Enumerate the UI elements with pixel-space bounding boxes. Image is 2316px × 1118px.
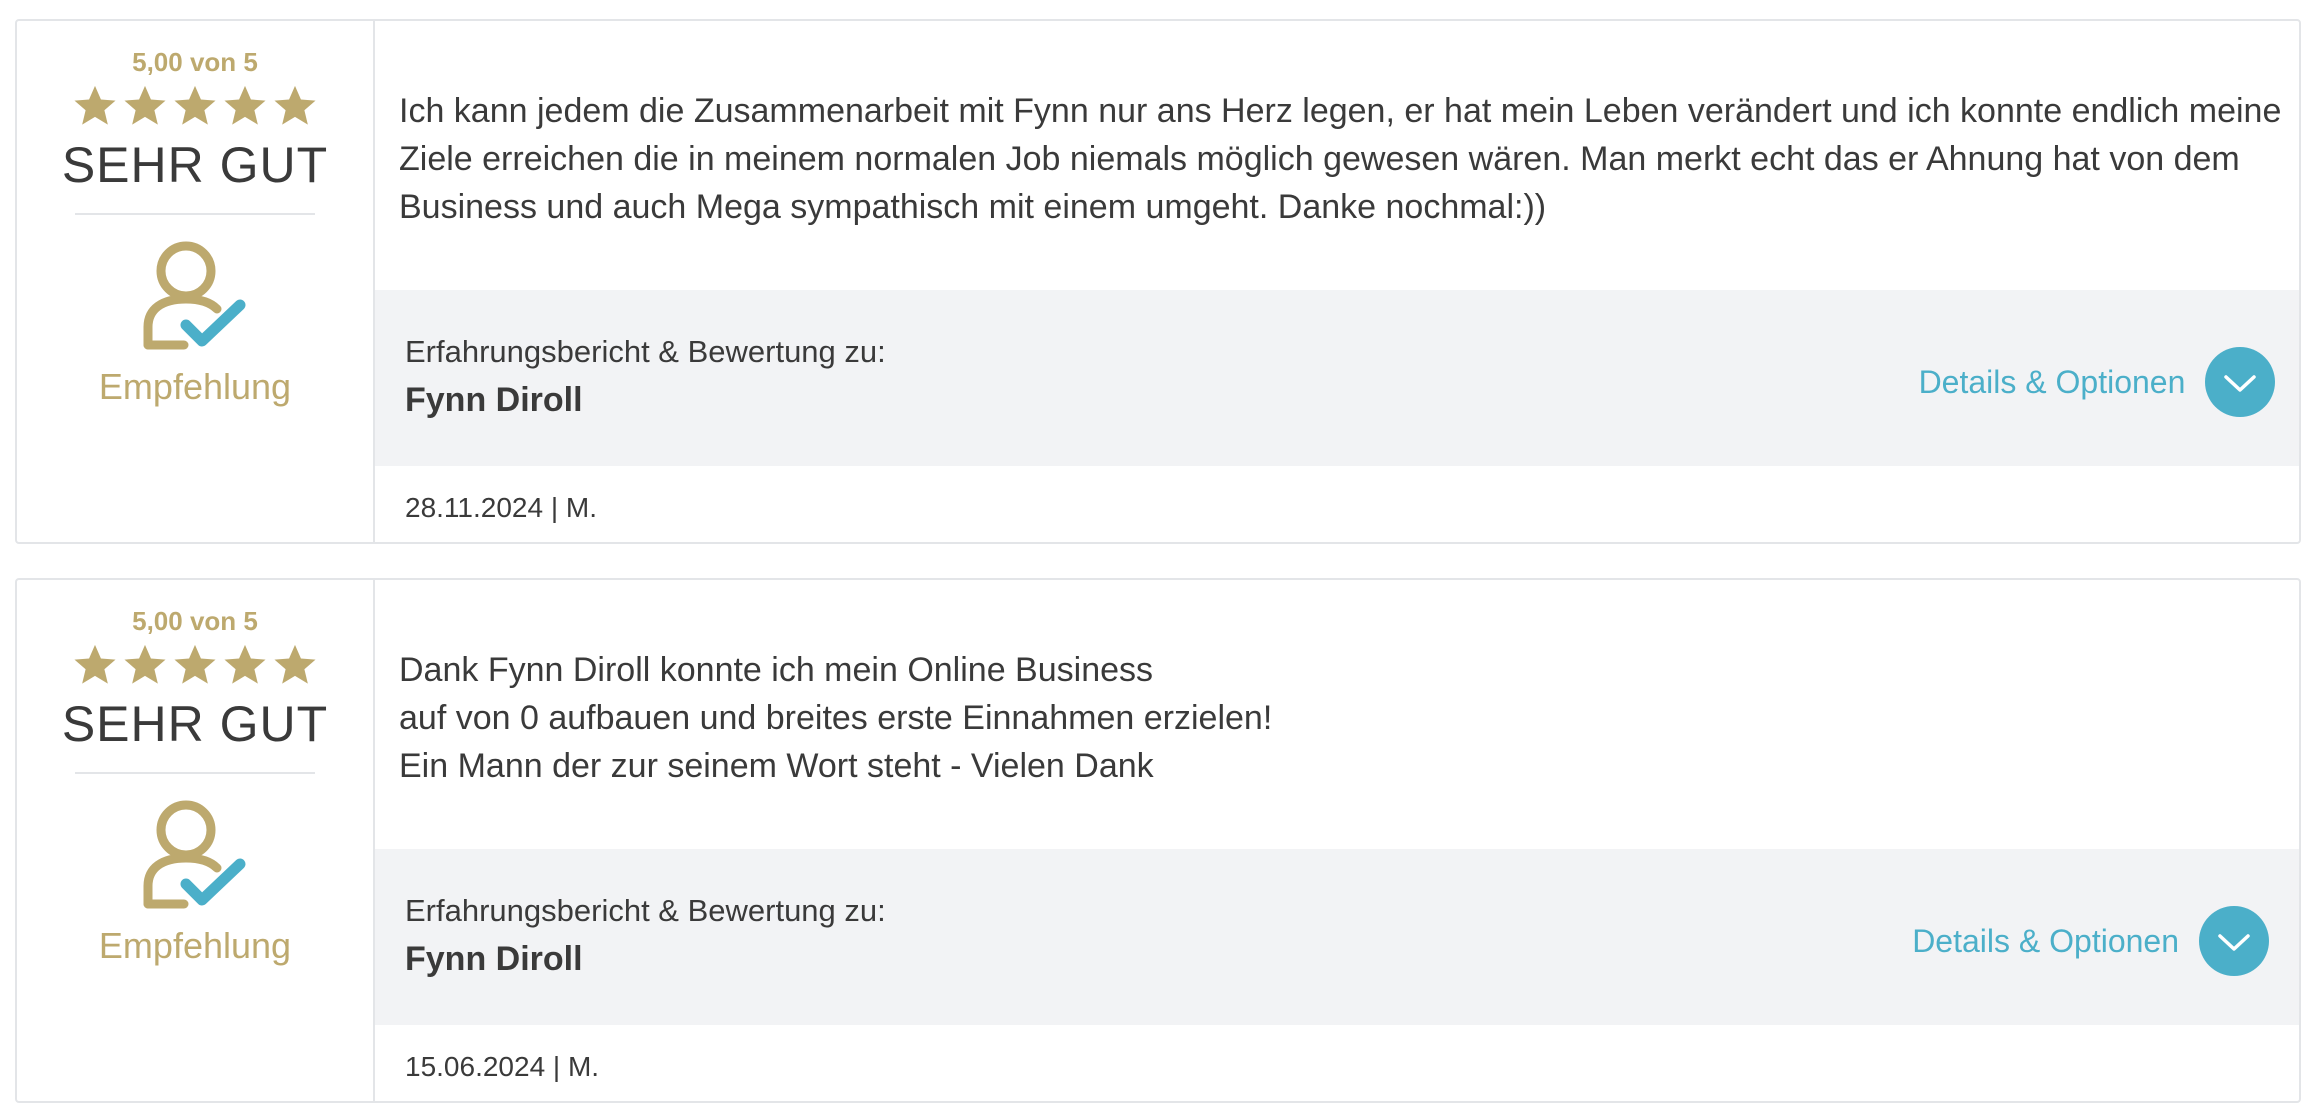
star-icon	[174, 85, 216, 125]
review-content: Ich kann jedem die Zusammenarbeit mit Fy…	[375, 21, 2299, 542]
recommend-label: Empfehlung	[98, 366, 292, 407]
review-text-line: Ziele erreichen die in meinem normalen J…	[399, 140, 2240, 178]
recommend-label: Empfehlung	[98, 925, 292, 966]
review-subject-bar: Erfahrungsbericht & Bewertung zu: Fynn D…	[375, 290, 2299, 466]
review-list: 5,00 von 5 SEHR GUT Empfehlung Ich kann …	[0, 0, 2316, 1118]
review-text: Ich kann jedem die Zusammenarbeit mit Fy…	[375, 21, 2299, 290]
rating-grade: SEHR GUT	[61, 137, 329, 193]
chevron-down-icon	[2224, 375, 2257, 392]
review-meta: 28.11.2024 | M.	[405, 492, 597, 523]
star-icon	[174, 644, 216, 684]
star-icon	[124, 644, 166, 684]
review-text-line: auf von 0 aufbauen und breites erste Ein…	[399, 699, 1273, 737]
chevron-down-icon	[2218, 934, 2250, 951]
star-icon	[274, 85, 316, 125]
details-options-toggle[interactable]: Details & Optionen	[1912, 906, 2269, 976]
review-text-line: Ein Mann der zur seinem Wort steht - Vie…	[399, 747, 1154, 785]
review-content: Dank Fynn Diroll konnte ich mein Online …	[375, 580, 2299, 1101]
star-rating	[72, 642, 318, 692]
review-card: 5,00 von 5 SEHR GUT Empfehlung Ich kann …	[15, 19, 2301, 544]
details-options-toggle[interactable]: Details & Optionen	[1919, 347, 2276, 417]
details-options-label[interactable]: Details & Optionen	[1912, 923, 2179, 960]
star-icon	[74, 85, 116, 125]
user-check-icon	[143, 241, 246, 350]
review-text-line: Dank Fynn Diroll konnte ich mein Online …	[399, 651, 1154, 689]
rating-grade: SEHR GUT	[61, 696, 329, 752]
rating-panel: 5,00 von 5 SEHR GUT Empfehlung	[17, 580, 375, 1101]
rating-panel: 5,00 von 5 SEHR GUT Empfehlung	[17, 21, 375, 542]
user-check-icon	[143, 800, 246, 909]
rating-score: 5,00 von 5	[132, 47, 258, 77]
star-icon	[74, 644, 116, 684]
rating-score: 5,00 von 5	[132, 606, 258, 636]
review-subject-bar: Erfahrungsbericht & Bewertung zu: Fynn D…	[375, 849, 2299, 1025]
details-options-button[interactable]	[2199, 906, 2269, 976]
review-meta: 15.06.2024 | M.	[405, 1051, 600, 1082]
star-icon	[224, 85, 266, 125]
details-options-button[interactable]	[2205, 347, 2276, 417]
star-rating	[72, 83, 318, 133]
review-text: Dank Fynn Diroll konnte ich mein Online …	[375, 580, 2299, 849]
star-icon	[124, 85, 166, 125]
review-text-line: Ich kann jedem die Zusammenarbeit mit Fy…	[399, 92, 2282, 130]
divider	[75, 772, 315, 774]
star-icon	[274, 644, 316, 684]
star-icon	[224, 644, 266, 684]
divider	[75, 213, 315, 215]
review-card: 5,00 von 5 SEHR GUT Empfehlung Dank Fynn…	[15, 578, 2301, 1103]
details-options-label[interactable]: Details & Optionen	[1919, 364, 2186, 401]
review-text-line: Business und auch Mega sympathisch mit e…	[399, 188, 1547, 226]
